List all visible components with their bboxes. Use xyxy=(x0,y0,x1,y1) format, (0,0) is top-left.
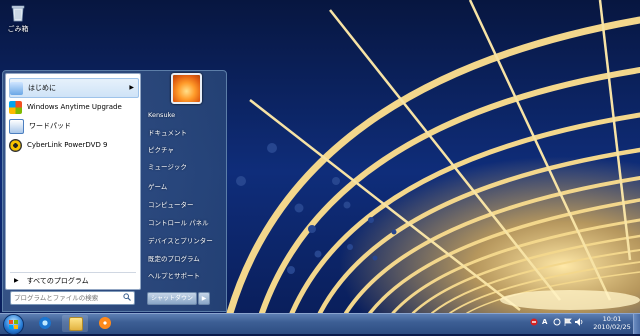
system-clock[interactable]: 10:01 2010/02/25 xyxy=(592,315,632,331)
places-item-games[interactable]: ゲーム xyxy=(145,181,226,194)
search-icon[interactable] xyxy=(123,293,131,301)
ime-indicator[interactable]: A xyxy=(542,318,547,326)
powerdvd-icon xyxy=(9,138,22,152)
action-center-flag-icon[interactable] xyxy=(564,318,572,328)
taskbar-media-player[interactable] xyxy=(92,315,118,332)
shutdown-button[interactable]: シャットダウン xyxy=(147,292,197,305)
start-menu-places-pane: Kensuke ドキュメント ピクチャ ミュージック ゲーム コンピューター コ… xyxy=(141,71,226,311)
recycle-bin-shortcut[interactable]: ごみ箱 xyxy=(4,4,32,34)
shutdown-options-button[interactable]: ▶ xyxy=(198,292,210,305)
places-item-pictures[interactable]: ピクチャ xyxy=(145,144,226,157)
program-item-windows-anytime-upgrade[interactable]: Windows Anytime Upgrade xyxy=(9,98,137,116)
places-item-computer[interactable]: コンピューター xyxy=(145,199,226,212)
start-menu: はじめに ▶ Windows Anytime Upgrade ワードパッド Cy… xyxy=(2,70,227,312)
taskbar-explorer[interactable] xyxy=(62,315,88,332)
taskbar: A 10:01 2010/02/25 xyxy=(0,313,640,335)
windows-upgrade-icon xyxy=(9,100,22,114)
program-item-wordpad[interactable]: ワードパッド xyxy=(9,117,137,135)
user-avatar[interactable] xyxy=(171,73,202,104)
expand-arrow-icon: ▶ xyxy=(14,277,19,284)
clock-date: 2010/02/25 xyxy=(593,323,631,331)
start-button[interactable] xyxy=(3,314,24,335)
search-input[interactable] xyxy=(11,292,125,304)
program-label: ワードパッド xyxy=(29,122,71,130)
desktop[interactable]: ごみ箱 はじめに ▶ Windows Anytime Upgrade ワードパッ… xyxy=(0,0,640,313)
recycle-bin-label: ごみ箱 xyxy=(7,25,29,33)
places-item-documents[interactable]: ドキュメント xyxy=(145,127,226,140)
places-item-devices-printers[interactable]: デバイスとプリンター xyxy=(145,235,226,248)
submenu-arrow-icon: ▶ xyxy=(129,84,134,91)
ime-options-icon[interactable] xyxy=(553,318,561,328)
clock-time: 10:01 xyxy=(602,315,622,323)
media-player-icon xyxy=(99,317,111,329)
program-label: CyberLink PowerDVD 9 xyxy=(27,141,108,149)
getting-started-icon xyxy=(10,81,23,95)
programs-divider xyxy=(10,272,136,273)
show-desktop-button[interactable] xyxy=(633,314,640,334)
volume-icon[interactable] xyxy=(575,318,584,328)
program-item-powerdvd[interactable]: CyberLink PowerDVD 9 xyxy=(9,136,137,154)
program-label: はじめに xyxy=(28,84,56,92)
places-item-music[interactable]: ミュージック xyxy=(145,161,226,174)
windows-logo-icon xyxy=(9,320,18,329)
program-label: Windows Anytime Upgrade xyxy=(27,103,122,111)
places-item-help-support[interactable]: ヘルプとサポート xyxy=(145,270,226,283)
start-menu-programs-pane: はじめに ▶ Windows Anytime Upgrade ワードパッド Cy… xyxy=(5,73,141,290)
taskbar-internet-explorer[interactable] xyxy=(32,315,58,332)
all-programs-button[interactable]: ▶ すべてのプログラム xyxy=(9,274,137,287)
wordpad-icon xyxy=(9,118,24,134)
start-search-box[interactable] xyxy=(10,291,135,305)
network-alert-icon[interactable] xyxy=(530,318,538,328)
explorer-icon xyxy=(69,317,83,331)
places-item-default-programs[interactable]: 既定のプログラム xyxy=(145,253,226,266)
program-item-getting-started[interactable]: はじめに ▶ xyxy=(9,78,139,98)
places-item-user[interactable]: Kensuke xyxy=(145,109,226,122)
places-item-control-panel[interactable]: コントロール パネル xyxy=(145,217,226,230)
internet-explorer-icon xyxy=(39,317,51,329)
recycle-bin-icon xyxy=(10,4,26,22)
all-programs-label: すべてのプログラム xyxy=(26,276,89,285)
